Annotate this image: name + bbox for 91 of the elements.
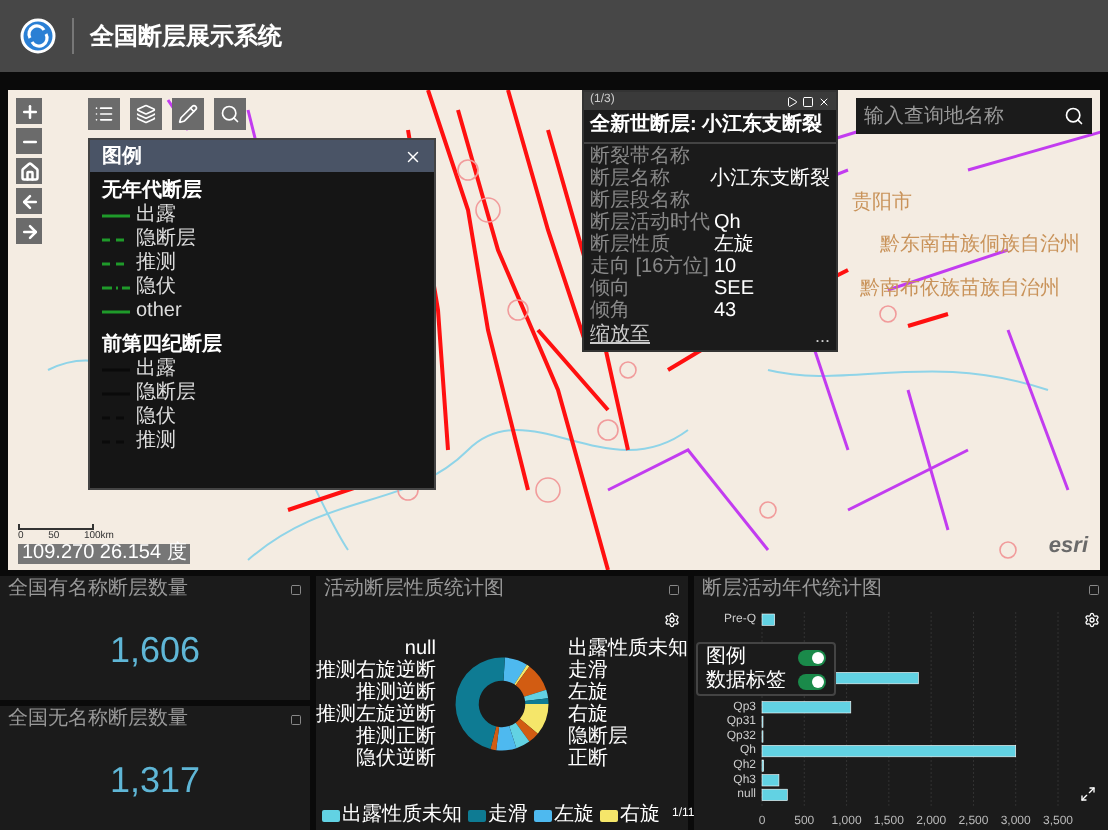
legend-item-label: 隐伏 bbox=[136, 406, 176, 429]
toggle-switch[interactable] bbox=[798, 649, 826, 665]
close-icon[interactable] bbox=[404, 147, 422, 165]
panel-title: 全国有名称断层数量 bbox=[8, 577, 188, 601]
zoom-out-button[interactable] bbox=[16, 128, 42, 154]
stat-value: 1,606 bbox=[109, 628, 201, 674]
field-label: 走向 [16方位] bbox=[590, 256, 711, 278]
legend-item-label: 出露 bbox=[136, 204, 176, 227]
home-icon bbox=[19, 161, 39, 181]
back-arrow-icon bbox=[19, 191, 39, 211]
zoom-to-link[interactable]: 缩放至 bbox=[590, 324, 650, 348]
legend-label: 右旋 bbox=[620, 804, 660, 826]
legend-item-label: 推测 bbox=[136, 430, 176, 454]
panel-title: 活动断层性质统计图 bbox=[324, 577, 504, 601]
settings-icon[interactable] bbox=[664, 612, 680, 628]
coordinates-readout: 109.270 26.154 度 bbox=[18, 544, 191, 564]
field-label: 断层段名称 bbox=[590, 190, 690, 212]
legend-title: 图例 bbox=[102, 143, 142, 171]
field-label: 断层活动时代 bbox=[590, 212, 712, 234]
field-label: 断层名称 bbox=[590, 168, 672, 190]
zoom-in-icon bbox=[19, 101, 39, 121]
legend-label: 走滑 bbox=[488, 804, 528, 826]
expand-icon[interactable] bbox=[1080, 786, 1096, 802]
slice-label: 走滑 bbox=[568, 659, 608, 681]
slice-label: null bbox=[404, 637, 436, 659]
field-value: 10 bbox=[714, 256, 737, 278]
legend-group-title: 前第四纪断层 bbox=[102, 332, 224, 357]
legend-item-label: 隐断层 bbox=[136, 228, 196, 251]
settings-icon[interactable] bbox=[1084, 612, 1100, 628]
popup-title: 全新世断层: 小江东支断裂 bbox=[584, 110, 836, 144]
slice-label: 推测逆断 bbox=[356, 681, 436, 703]
legend-item-label: 隐伏 bbox=[136, 276, 176, 300]
maximize-icon[interactable] bbox=[290, 583, 302, 595]
field-value: 43 bbox=[714, 300, 737, 322]
panel-title: 全国无名称断层数量 bbox=[8, 707, 188, 731]
close-icon[interactable] bbox=[818, 95, 830, 107]
zoom-in-button[interactable] bbox=[16, 98, 42, 124]
maximize-icon[interactable] bbox=[668, 583, 680, 595]
slice-label: 推测左旋逆断 bbox=[316, 703, 436, 725]
layers-icon bbox=[136, 104, 156, 124]
maximize-icon[interactable] bbox=[290, 713, 302, 725]
slice-label: 推测正断 bbox=[356, 725, 436, 747]
list-tool-button[interactable] bbox=[88, 98, 120, 130]
back-arrow-button[interactable] bbox=[16, 188, 42, 214]
pencil-icon bbox=[178, 104, 198, 124]
search-field[interactable]: 输入查询地名称 bbox=[856, 98, 1092, 134]
slice-label: 出露性质未知 bbox=[568, 637, 688, 659]
place-label: 贵阳市 bbox=[852, 190, 912, 218]
slice-label: 右旋 bbox=[568, 703, 610, 725]
panel-title: 断层活动年代统计图 bbox=[702, 577, 882, 601]
legend-item-label: 隐断层 bbox=[136, 382, 196, 406]
attribution-logo: esri bbox=[1048, 531, 1088, 561]
option-label: 图例 bbox=[706, 646, 746, 668]
scale-bar bbox=[18, 524, 94, 530]
field-label: 断层性质 bbox=[590, 234, 670, 256]
legend-group-title: 无年代断层 bbox=[102, 178, 204, 203]
slice-label: 左旋 bbox=[568, 681, 610, 703]
search-icon bbox=[220, 104, 240, 124]
slice-label: 隐伏逆断 bbox=[356, 747, 436, 769]
app-title: 全国断层展示系统 bbox=[90, 20, 282, 54]
field-label: 断裂带名称 bbox=[590, 146, 692, 168]
field-label: 倾角 bbox=[590, 300, 632, 322]
legend-item-label: 出露 bbox=[136, 358, 176, 381]
legend-label: 左旋 bbox=[554, 804, 594, 826]
field-label: 倾向 bbox=[590, 278, 632, 300]
forward-arrow-button[interactable] bbox=[16, 218, 42, 244]
legend-label: 出露性质未知 bbox=[342, 804, 462, 826]
slice-label: 推测右旋逆断 bbox=[316, 659, 436, 681]
field-value: SEE bbox=[714, 278, 755, 300]
stat-value: 1,317 bbox=[109, 758, 201, 804]
field-value: 小江东支断裂 bbox=[710, 168, 830, 190]
search-tool-button[interactable] bbox=[214, 98, 246, 130]
forward-arrow-icon bbox=[19, 221, 39, 241]
field-value: Qh bbox=[714, 212, 741, 234]
home-button[interactable] bbox=[16, 158, 42, 184]
search-icon[interactable] bbox=[1064, 106, 1084, 126]
place-label: 黔东南苗族侗族自治州 bbox=[880, 231, 1080, 260]
toggle-switch[interactable] bbox=[798, 673, 826, 689]
field-value: 左旋 bbox=[714, 234, 754, 256]
maximize-icon[interactable] bbox=[1088, 583, 1100, 595]
slice-label: 正断 bbox=[568, 747, 610, 769]
pencil-tool-button[interactable] bbox=[172, 98, 204, 130]
legend-item-label: other bbox=[136, 300, 182, 324]
next-icon[interactable] bbox=[786, 95, 798, 107]
more-menu[interactable]: ... bbox=[814, 326, 830, 346]
legend-item-label: 推测 bbox=[136, 252, 176, 276]
logo-icon bbox=[20, 18, 56, 54]
slice-label: 隐断层 bbox=[568, 725, 630, 747]
option-label: 数据标签 bbox=[706, 670, 786, 692]
list-icon bbox=[94, 104, 114, 124]
layers-tool-button[interactable] bbox=[130, 98, 162, 130]
